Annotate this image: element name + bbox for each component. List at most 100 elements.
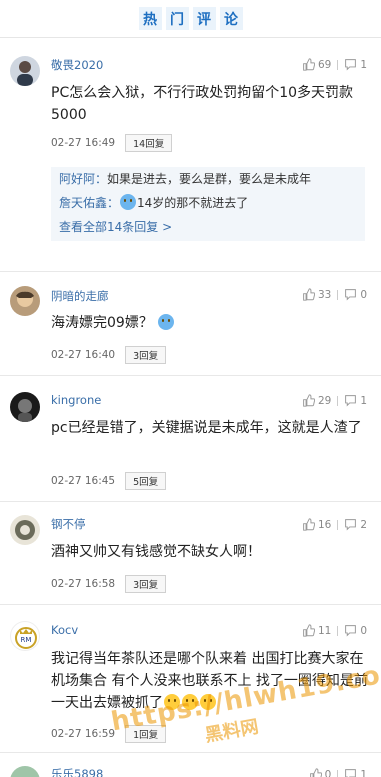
- comment-divider: [0, 604, 381, 605]
- title-char: 门: [165, 7, 189, 30]
- emoji-icon: [164, 694, 180, 710]
- comment-divider: [0, 271, 381, 272]
- action-divider: [337, 519, 339, 530]
- reply-count-badge[interactable]: 5回复: [125, 472, 167, 490]
- avatar[interactable]: [10, 286, 40, 316]
- like-button[interactable]: 11: [302, 624, 331, 637]
- reply-button[interactable]: 1: [344, 58, 367, 71]
- avatar[interactable]: [10, 766, 40, 777]
- reply-preview-box: 阿好阿：如果是进去，要么是群，要么是未成年 詹天佑鑫： 14岁的那不就进去了 查看…: [51, 167, 365, 241]
- comment-icon: [345, 769, 357, 777]
- like-button[interactable]: 29: [302, 394, 331, 407]
- comment-actions: 69 1: [302, 58, 367, 71]
- title-char: 评: [192, 7, 216, 30]
- sub-reply-user[interactable]: 詹天佑鑫：: [59, 196, 119, 210]
- reply-button[interactable]: 1: [344, 394, 367, 407]
- action-divider: [337, 769, 339, 777]
- comment-meta: 02-27 16:59 1回复: [51, 725, 167, 743]
- like-button[interactable]: 0: [309, 768, 332, 777]
- thumbs-up-icon: [303, 288, 315, 301]
- avatar[interactable]: [10, 392, 40, 422]
- like-count: 29: [317, 394, 332, 407]
- reply-count: 1: [360, 58, 367, 71]
- like-count: 16: [317, 518, 332, 531]
- comment-username[interactable]: 阴暗的走廊: [51, 288, 109, 304]
- reply-button[interactable]: 0: [344, 624, 367, 637]
- like-count: 33: [317, 288, 332, 301]
- like-count: 0: [324, 768, 332, 777]
- comment-text: pc已经是错了，关键据说是未成年，这就是人渣了: [51, 420, 362, 436]
- action-divider: [337, 59, 339, 70]
- comment-time: 02-27 16:59: [51, 728, 116, 740]
- comment-actions: 29 1: [302, 394, 367, 407]
- comment-icon: [345, 289, 357, 301]
- thumbs-up-icon: [303, 394, 315, 407]
- comment-divider: [0, 752, 381, 753]
- avatar[interactable]: RM: [10, 621, 40, 651]
- like-button[interactable]: 33: [302, 288, 331, 301]
- thumbs-up-icon: [303, 58, 315, 71]
- emoji-icon: [120, 194, 137, 210]
- comment-meta: 02-27 16:49 14回复: [51, 134, 173, 152]
- title-char: 热: [138, 7, 162, 30]
- comment-text: PC怎么会入狱，不行行政处罚拘留个10多天罚款5000: [51, 85, 354, 123]
- sub-reply-text: 如果是进去，要么是群，要么是未成年: [107, 172, 312, 186]
- comment-text: 海涛嫖完09嫖？: [51, 312, 369, 334]
- comment-text: 我记得当年茶队还是哪个队来着 出国打比赛大家在机场集合 有个人没来也联系不上 找…: [51, 648, 369, 714]
- avatar[interactable]: [10, 56, 40, 86]
- sub-reply[interactable]: 阿好阿：如果是进去，要么是群，要么是未成年: [59, 167, 357, 191]
- comment-username[interactable]: 乐乐5898: [51, 766, 103, 777]
- action-divider: [337, 289, 339, 300]
- comment-time: 02-27 16:45: [51, 475, 116, 487]
- comment-meta: 02-27 16:45 5回复: [51, 472, 167, 490]
- svg-text:RM: RM: [21, 636, 32, 644]
- like-button[interactable]: 69: [302, 58, 331, 71]
- reply-count: 2: [360, 518, 367, 531]
- like-count: 69: [317, 58, 332, 71]
- comment-actions: 0 1: [309, 768, 367, 777]
- reply-button[interactable]: 2: [344, 518, 367, 531]
- reply-count-badge[interactable]: 3回复: [125, 575, 167, 593]
- avatar[interactable]: [10, 515, 40, 545]
- emoji-icon: [200, 694, 216, 710]
- comment-divider: [0, 501, 381, 502]
- reply-button[interactable]: 0: [344, 288, 367, 301]
- action-divider: [337, 625, 339, 636]
- comment-actions: 33 0: [302, 288, 367, 301]
- emoji-icon: [158, 314, 175, 330]
- comment-meta: 02-27 16:58 3回复: [51, 575, 167, 593]
- sub-reply[interactable]: 詹天佑鑫： 14岁的那不就进去了: [59, 191, 357, 215]
- reply-count: 1: [360, 768, 367, 777]
- title-char: 论: [219, 7, 243, 30]
- like-button[interactable]: 16: [302, 518, 331, 531]
- sub-reply-text: 14岁的那不就进去了: [137, 196, 249, 210]
- reply-button[interactable]: 1: [344, 768, 367, 777]
- hot-comments-title: 热 门 评 论: [138, 7, 243, 30]
- comment-username[interactable]: 敬畏2020: [51, 57, 103, 73]
- thumbs-up-icon: [303, 518, 315, 531]
- comment-icon: [345, 625, 357, 637]
- reply-count: 0: [360, 288, 367, 301]
- comment-divider: [0, 375, 381, 376]
- comment-text-content: 海涛嫖完09嫖？: [51, 315, 153, 331]
- comment-username[interactable]: Kocv: [51, 623, 78, 637]
- comment-icon: [345, 519, 357, 531]
- comment-time: 02-27 16:40: [51, 349, 116, 361]
- view-all-replies-link[interactable]: 查看全部14条回复 >: [59, 215, 357, 241]
- reply-count-badge[interactable]: 14回复: [125, 134, 173, 152]
- hot-comments-header: 热 门 评 论: [0, 0, 381, 38]
- comment-actions: 11 0: [302, 624, 367, 637]
- comment-username[interactable]: 钢不停: [51, 516, 86, 532]
- comment-username[interactable]: kingrone: [51, 393, 101, 407]
- reply-count-badge[interactable]: 1回复: [125, 725, 167, 743]
- like-count: 11: [317, 624, 332, 637]
- comment-icon: [345, 395, 357, 407]
- comment-meta: 02-27 16:40 3回复: [51, 346, 167, 364]
- comment-actions: 16 2: [302, 518, 367, 531]
- comment-time: 02-27 16:49: [51, 137, 116, 149]
- comment-time: 02-27 16:58: [51, 578, 116, 590]
- reply-count-badge[interactable]: 3回复: [125, 346, 167, 364]
- emoji-icon: [182, 694, 198, 710]
- reply-count: 1: [360, 394, 367, 407]
- sub-reply-user[interactable]: 阿好阿：: [59, 172, 107, 186]
